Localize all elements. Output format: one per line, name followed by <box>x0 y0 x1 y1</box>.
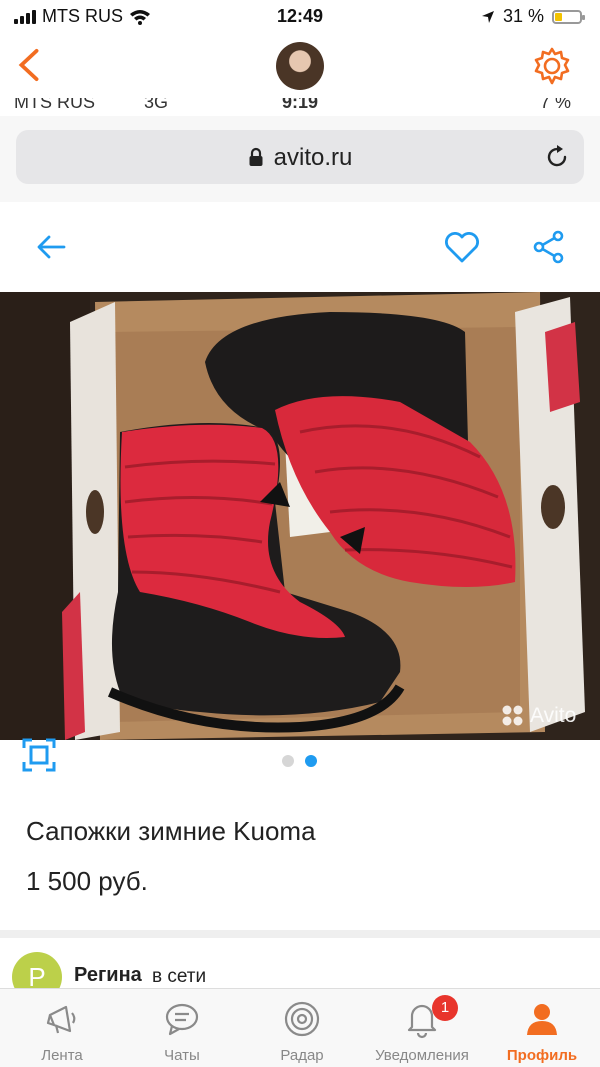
battery-fill <box>555 12 562 21</box>
tab-radar-label: Радар <box>280 1047 324 1064</box>
back-chevron-icon[interactable] <box>12 48 46 82</box>
gear-icon[interactable] <box>530 44 574 88</box>
tab-bar: Лента Чаты Радар 1 Уведомления Профиль <box>0 988 600 1067</box>
tab-profile-label: Профиль <box>506 1047 578 1064</box>
seller-name[interactable]: Регина <box>74 964 142 987</box>
tab-profile[interactable]: Профиль <box>482 989 600 1067</box>
seller-online-status: в сети <box>152 966 207 987</box>
tab-notifications-label: Уведомления <box>375 1047 469 1064</box>
url-text: avito.ru <box>273 144 353 171</box>
feed-icon <box>46 1005 76 1034</box>
inner-clock: 9:19 <box>282 98 319 112</box>
page-nav <box>0 202 600 292</box>
lock-icon <box>249 147 263 166</box>
product-photo[interactable]: Avito <box>0 292 600 740</box>
tab-radar[interactable]: Радар <box>242 989 362 1067</box>
listing-price: 1 500 руб. <box>26 866 148 896</box>
boots-image <box>0 292 600 740</box>
inner-carrier: MTS RUS <box>14 98 95 112</box>
listing-title: Сапожки зимние Kuoma <box>26 816 316 846</box>
browser-toolbar: avito.ru <box>0 116 600 203</box>
battery-icon <box>552 9 585 24</box>
radar-icon <box>284 1001 320 1037</box>
status-bar: MTS RUS 12:49 31 % <box>0 0 600 36</box>
listing-info: Сапожки зимние Kuoma 1 500 руб. <box>0 784 600 930</box>
tab-notifications[interactable]: 1 Уведомления <box>362 989 482 1067</box>
share-icon[interactable] <box>532 230 566 264</box>
address-bar[interactable]: avito.ru <box>16 130 584 184</box>
pager-dot-2[interactable] <box>305 755 317 767</box>
reload-icon[interactable] <box>544 144 570 170</box>
seller-row[interactable]: Р Регина в сети <box>0 938 600 990</box>
location-icon <box>481 10 494 23</box>
photo-pager <box>0 738 600 784</box>
tab-feed[interactable]: Лента <box>2 989 122 1067</box>
fullscreen-icon[interactable] <box>22 738 56 772</box>
inner-battery: 7 % <box>540 98 572 112</box>
favorite-heart-icon[interactable] <box>444 232 480 264</box>
status-right: 31 % <box>481 6 585 27</box>
avatar[interactable] <box>276 42 324 90</box>
inner-network: 3G <box>144 98 169 112</box>
battery-percent: 31 % <box>502 6 544 26</box>
seller-avatar[interactable]: Р <box>12 952 62 990</box>
tab-feed-label: Лента <box>41 1047 83 1064</box>
tab-chats[interactable]: Чаты <box>122 989 242 1067</box>
watermark-text: Avito <box>530 704 577 727</box>
inner-status-bar: MTS RUS 3G 9:19 7 % <box>0 98 600 116</box>
chat-icon <box>165 1003 199 1036</box>
url-display[interactable]: avito.ru <box>16 144 584 172</box>
profile-icon <box>527 1004 557 1035</box>
section-divider <box>0 930 600 938</box>
back-arrow-icon[interactable] <box>36 234 66 260</box>
tab-chats-label: Чаты <box>164 1047 200 1064</box>
notification-badge: 1 <box>432 995 458 1021</box>
pager-dot-1[interactable] <box>282 755 294 767</box>
